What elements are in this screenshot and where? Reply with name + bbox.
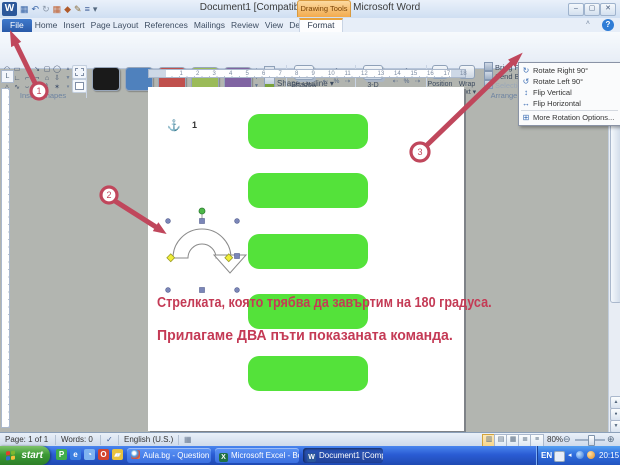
zoom-slider-thumb[interactable] bbox=[588, 435, 595, 446]
insert-shapes-group-label: Insert Shapes bbox=[19, 91, 67, 100]
vertical-ruler[interactable] bbox=[1, 88, 10, 428]
document-page[interactable]: ⚓ 1 Стрелката, която трябва да завъртим … bbox=[148, 87, 492, 431]
tab-review[interactable]: Review bbox=[228, 19, 262, 32]
line-icon[interactable]: ╲ bbox=[22, 65, 32, 74]
windows-flag-icon bbox=[6, 450, 15, 461]
redo-icon[interactable]: ↻ bbox=[42, 2, 50, 16]
language-indicator[interactable]: English (U.S.) bbox=[124, 435, 173, 444]
bring-forward-icon bbox=[484, 62, 493, 71]
elbow3-icon[interactable]: ¬ bbox=[32, 74, 42, 83]
curved-arrow-shape[interactable] bbox=[148, 87, 464, 431]
annotation-number-2: 2 bbox=[106, 190, 111, 200]
zoom-out-icon[interactable]: ⊖ bbox=[563, 434, 571, 445]
menu-item-rotate-right-90[interactable]: ↻ Rotate Right 90° bbox=[519, 65, 620, 76]
red-caption-line2: Прилагаме ДВА пъти показаната команда. bbox=[157, 328, 453, 344]
selection-pane-icon bbox=[484, 80, 493, 89]
annotation-circle-2 bbox=[99, 185, 119, 205]
format-painter-icon[interactable]: ◆ bbox=[64, 2, 71, 16]
red-caption-line1: Стрелката, която трябва да завъртим на 1… bbox=[157, 295, 492, 311]
tab-insert[interactable]: Insert bbox=[60, 19, 87, 32]
minimize-button[interactable]: – bbox=[568, 3, 584, 16]
clock: 20:15 bbox=[599, 451, 620, 460]
draw-table-icon[interactable]: ▦ bbox=[53, 2, 62, 16]
rotate-dropdown-menu: ↻ Rotate Right 90° ↺ Rotate Left 90° ↕ Flip… bbox=[518, 62, 620, 126]
quick-launch-bar[interactable]: Pe ◔ O ▰ bbox=[56, 449, 123, 460]
ql-opera-icon[interactable]: O bbox=[98, 449, 109, 460]
macro-recorder-icon[interactable]: ▦ bbox=[184, 435, 192, 444]
task-aula[interactable]: Aula.bg - Question - ... bbox=[127, 448, 211, 463]
tab-page-layout[interactable]: Page Layout bbox=[88, 19, 142, 32]
list-icon[interactable]: ≡ bbox=[85, 2, 90, 16]
ruler-numbers: 1 2 3 4 5 6 7 8 9 10 11 12 13 14 15 16 17 18 bbox=[179, 71, 467, 77]
word-count[interactable]: Words: 0 bbox=[61, 435, 93, 444]
gallery-scroll[interactable]: ▲ ▼ ▾ bbox=[64, 65, 72, 92]
ql-green-app-icon[interactable]: P bbox=[56, 449, 67, 460]
more-options-icon: ⊞ bbox=[522, 113, 530, 122]
arrow-line-icon[interactable]: ↘ bbox=[32, 65, 42, 74]
help-icon[interactable]: ? bbox=[602, 19, 614, 31]
drawing-tools-contextual-header: Drawing Tools bbox=[297, 0, 351, 17]
restore-button[interactable]: ▢ bbox=[584, 3, 600, 16]
edit-shape-button[interactable] bbox=[72, 65, 87, 79]
horizontal-ruler[interactable]: 1 2 3 4 5 6 7 8 9 10 11 12 13 14 15 16 17 18 bbox=[148, 69, 467, 78]
shape-outline-icon bbox=[264, 77, 275, 87]
tray-app-orange-icon[interactable] bbox=[587, 451, 595, 459]
quick-launch-expand-icon[interactable]: » bbox=[116, 450, 120, 459]
tab-mailings[interactable]: Mailings bbox=[191, 19, 228, 32]
rotate-right-icon: ↻ bbox=[522, 66, 530, 75]
tab-file[interactable]: File bbox=[2, 19, 32, 32]
browser-icon bbox=[131, 450, 140, 459]
system-tray: EN ◂ 20:15 bbox=[536, 446, 620, 465]
save-icon[interactable]: ▦ bbox=[20, 2, 29, 16]
send-backward-icon bbox=[484, 71, 493, 80]
menu-item-flip-horizontal[interactable]: ↔ Flip Horizontal bbox=[519, 98, 620, 109]
language-bar[interactable]: EN bbox=[541, 451, 552, 460]
tab-view[interactable]: View bbox=[262, 19, 286, 32]
menu-item-more-rotation-options[interactable]: ⊞ More Rotation Options... bbox=[519, 112, 620, 123]
close-button[interactable]: ✕ bbox=[600, 3, 616, 16]
undo-icon[interactable]: ↶ bbox=[32, 2, 40, 16]
pentagon-icon[interactable]: ⌂ bbox=[42, 74, 52, 83]
excel-icon: X bbox=[219, 453, 228, 462]
menu-item-rotate-left-90[interactable]: ↺ Rotate Left 90° bbox=[519, 76, 620, 87]
status-bar: Page: 1 of 1 Words: 0 ✓ English (U.S.) ▦… bbox=[0, 432, 620, 447]
flip-vertical-icon: ↕ bbox=[524, 88, 528, 97]
zoom-in-icon[interactable]: ⊕ bbox=[607, 434, 615, 445]
word-icon: W bbox=[307, 453, 316, 462]
menu-item-flip-vertical[interactable]: ↕ Flip Vertical bbox=[519, 87, 620, 98]
scrollbar-thumb[interactable] bbox=[610, 111, 620, 303]
tray-app-blue-icon[interactable] bbox=[576, 451, 584, 459]
quick-access-toolbar[interactable]: ▦ ↶ ↻ ▦ ◆ ✎ ≡ ▾ bbox=[20, 2, 97, 16]
task-excel[interactable]: XMicrosoft Excel - Book4 bbox=[215, 448, 299, 463]
zoom-level[interactable]: 80% bbox=[547, 435, 563, 444]
flip-horizontal-icon: ↔ bbox=[522, 99, 530, 108]
ql-browser-icon[interactable]: ◔ bbox=[84, 449, 95, 460]
tab-format-active[interactable]: Format bbox=[299, 18, 343, 32]
language-options-icon[interactable] bbox=[554, 451, 565, 462]
style-black[interactable] bbox=[92, 67, 120, 91]
ql-ie-icon[interactable]: e bbox=[70, 449, 81, 460]
elbow2-icon[interactable]: ⌐ bbox=[22, 74, 32, 83]
proofing-status-icon[interactable]: ✓ bbox=[106, 435, 113, 444]
hide-icons-chevron[interactable]: ◂ bbox=[568, 451, 572, 459]
rotate-left-icon: ↺ bbox=[522, 77, 530, 86]
down-arrow-icon[interactable]: ⇩ bbox=[52, 74, 62, 83]
notebook-icon[interactable]: ✎ bbox=[74, 2, 82, 16]
tab-references[interactable]: References bbox=[141, 19, 190, 32]
rectangle-icon[interactable]: ▢ bbox=[42, 65, 52, 74]
task-word[interactable]: WDocument1 [Compati... bbox=[303, 448, 383, 463]
tab-home[interactable]: Home bbox=[32, 19, 61, 32]
rotate-handle[interactable] bbox=[198, 207, 206, 215]
taskbar: start Pe◔O▰ » Aula.bg - Question - ... X… bbox=[0, 446, 620, 465]
page-indicator[interactable]: Page: 1 of 1 bbox=[5, 435, 48, 444]
tab-selector-button[interactable]: L bbox=[1, 70, 14, 83]
qat-more-icon[interactable]: ▾ bbox=[93, 2, 98, 16]
word-logo-icon: W bbox=[2, 2, 17, 16]
menu-separator bbox=[521, 110, 618, 111]
minimize-ribbon-icon[interactable]: ˄ bbox=[586, 20, 590, 27]
oval-icon[interactable]: ◯ bbox=[52, 65, 62, 74]
